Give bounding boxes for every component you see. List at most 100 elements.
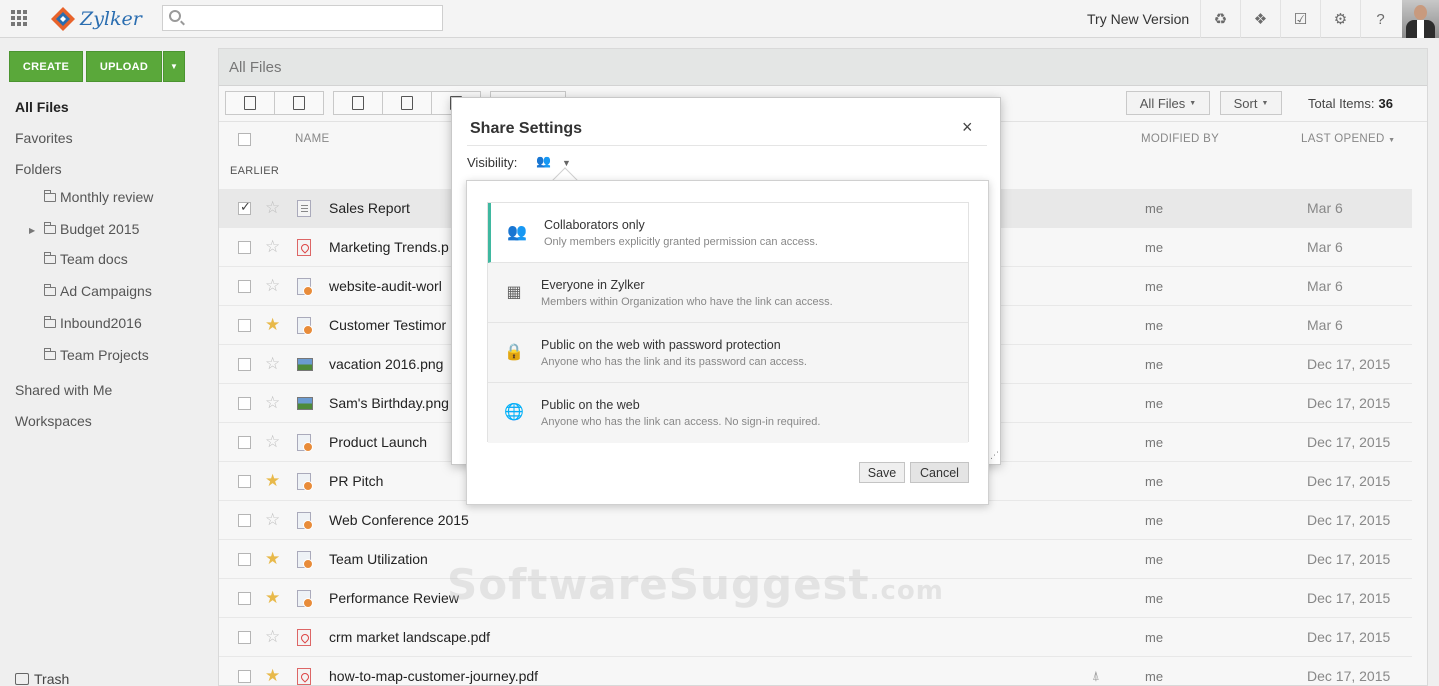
download-button[interactable]	[225, 91, 275, 115]
sort-dropdown[interactable]: Sort ▼	[1220, 91, 1282, 115]
sidebar-item-all-files[interactable]: All Files	[15, 99, 69, 115]
file-name[interactable]: Customer Testimor	[329, 317, 446, 333]
close-icon[interactable]: ×	[962, 117, 973, 138]
file-name[interactable]: Marketing Trends.p	[329, 239, 449, 255]
task-icon[interactable]: ☑	[1280, 0, 1320, 38]
row-checkbox[interactable]	[238, 358, 251, 371]
upload-dropdown-button[interactable]: ▼	[163, 51, 185, 82]
folder-item[interactable]: Monthly review	[44, 189, 153, 205]
folder-icon	[44, 221, 56, 234]
star-icon[interactable]: ☆	[265, 393, 280, 413]
expand-arrow-icon[interactable]: ▶	[29, 226, 35, 235]
top-bar: Zylker Try New Version ♻ ❖ ☑ ⚙ ?	[0, 0, 1439, 38]
option-public-web[interactable]: 🌐 Public on the web Anyone who has the l…	[488, 383, 968, 443]
row-checkbox[interactable]	[238, 436, 251, 449]
apps-grid-icon[interactable]	[11, 10, 27, 26]
sidebar-item-workspaces[interactable]: Workspaces	[15, 413, 92, 429]
star-icon[interactable]: ☆	[265, 354, 280, 374]
file-name[interactable]: Team Utilization	[329, 551, 428, 567]
file-name[interactable]: crm market landscape.pdf	[329, 629, 490, 645]
star-icon[interactable]: ☆	[265, 432, 280, 452]
sidebar-item-trash[interactable]: Trash	[15, 671, 69, 686]
table-row[interactable]: ☆ crm market landscape.pdf me Dec 17, 2015	[219, 618, 1412, 657]
row-checkbox[interactable]	[238, 475, 251, 488]
row-checkbox[interactable]	[238, 397, 251, 410]
upload-button[interactable]: UPLOAD	[86, 51, 162, 82]
star-icon[interactable]: ☆	[265, 510, 280, 530]
row-checkbox[interactable]	[238, 199, 251, 215]
resize-grip-icon[interactable]: ⋰	[990, 450, 999, 461]
folder-item[interactable]: Team Projects	[44, 347, 149, 363]
folder-item[interactable]: Inbound2016	[44, 315, 142, 331]
file-name[interactable]: Product Launch	[329, 434, 427, 450]
checkout-button[interactable]	[274, 91, 324, 115]
col-header-last-opened[interactable]: LAST OPENED ▼	[1301, 133, 1395, 145]
sidebar-item-shared[interactable]: Shared with Me	[15, 382, 112, 398]
option-collaborators-only[interactable]: 👥 Collaborators only Only members explic…	[488, 203, 968, 263]
file-name[interactable]: Sales Report	[329, 200, 410, 216]
row-checkbox[interactable]	[238, 631, 251, 644]
select-all-checkbox[interactable]	[238, 133, 251, 146]
group-icon[interactable]: 👥	[536, 154, 551, 168]
option-everyone-in-org[interactable]: ▦ Everyone in Zylker Members within Orga…	[488, 263, 968, 323]
file-name[interactable]: vacation 2016.png	[329, 356, 443, 372]
table-row[interactable]: ★ Performance Review me Dec 17, 2015	[219, 579, 1412, 618]
search-input[interactable]	[189, 8, 437, 28]
star-icon[interactable]: ☆	[265, 237, 280, 257]
caret-down-icon[interactable]: ▼	[562, 158, 571, 168]
folder-item[interactable]: Ad Campaigns	[44, 283, 152, 299]
file-name[interactable]: website-audit-worl	[329, 278, 442, 294]
row-checkbox[interactable]	[238, 670, 251, 683]
row-checkbox[interactable]	[238, 553, 251, 566]
sidebar-item-folders[interactable]: Folders	[15, 161, 62, 177]
move-button[interactable]	[333, 91, 383, 115]
modified-by: me	[1145, 552, 1164, 567]
filter-label: All Files	[1139, 95, 1186, 111]
try-new-version-link[interactable]: Try New Version	[1087, 11, 1189, 27]
search-box[interactable]	[162, 5, 443, 31]
file-name[interactable]: how-to-map-customer-journey.pdf	[329, 668, 538, 684]
recycle-icon[interactable]: ♻	[1200, 0, 1240, 38]
col-header-modified[interactable]: MODIFIED BY	[1141, 133, 1219, 145]
row-checkbox[interactable]	[238, 514, 251, 527]
app-logo[interactable]: Zylker	[50, 4, 142, 34]
copy-button[interactable]	[382, 91, 432, 115]
star-icon[interactable]: ☆	[265, 276, 280, 296]
help-icon[interactable]: ?	[1360, 0, 1400, 38]
star-icon[interactable]: ☆	[265, 627, 280, 647]
sidebar-item-favorites[interactable]: Favorites	[15, 130, 73, 146]
file-name[interactable]: Performance Review	[329, 590, 459, 606]
star-icon[interactable]: ★	[265, 549, 280, 569]
star-icon[interactable]: ★	[265, 666, 280, 686]
option-desc: Anyone who has the link and its password…	[541, 356, 807, 368]
file-name[interactable]: PR Pitch	[329, 473, 383, 489]
row-checkbox[interactable]	[238, 280, 251, 293]
gear-icon[interactable]: ⚙	[1320, 0, 1360, 38]
folder-item[interactable]: Team docs	[44, 251, 128, 267]
create-button[interactable]: CREATE	[9, 51, 83, 82]
table-row[interactable]: ★ how-to-map-customer-journey.pdf ⍋ me Dec 1…	[219, 657, 1412, 686]
star-icon[interactable]: ☆	[265, 198, 280, 218]
row-checkbox[interactable]	[238, 319, 251, 332]
dropbox-icon[interactable]: ❖	[1240, 0, 1280, 38]
modified-by: me	[1145, 357, 1164, 372]
folder-item[interactable]: Budget 2015	[44, 221, 139, 237]
table-row[interactable]: ☆ Web Conference 2015 me Dec 17, 2015	[219, 501, 1412, 540]
row-checkbox[interactable]	[238, 241, 251, 254]
star-icon[interactable]: ★	[265, 588, 280, 608]
col-header-name[interactable]: NAME	[295, 133, 329, 145]
image-file-icon	[297, 358, 313, 371]
row-checkbox[interactable]	[238, 592, 251, 605]
save-button[interactable]: Save	[859, 462, 905, 483]
table-row[interactable]: ★ Team Utilization me Dec 17, 2015	[219, 540, 1412, 579]
page-title: All Files	[229, 59, 282, 76]
avatar[interactable]	[1402, 0, 1439, 38]
star-icon[interactable]: ★	[265, 471, 280, 491]
last-opened: Dec 17, 2015	[1307, 434, 1391, 450]
cancel-button[interactable]: Cancel	[910, 462, 969, 483]
file-name[interactable]: Web Conference 2015	[329, 512, 469, 528]
file-name[interactable]: Sam's Birthday.png	[329, 395, 449, 411]
filter-dropdown[interactable]: All Files ▼	[1126, 91, 1210, 115]
option-public-password[interactable]: 🔒 Public on the web with password protec…	[488, 323, 968, 383]
star-icon[interactable]: ★	[265, 315, 280, 335]
